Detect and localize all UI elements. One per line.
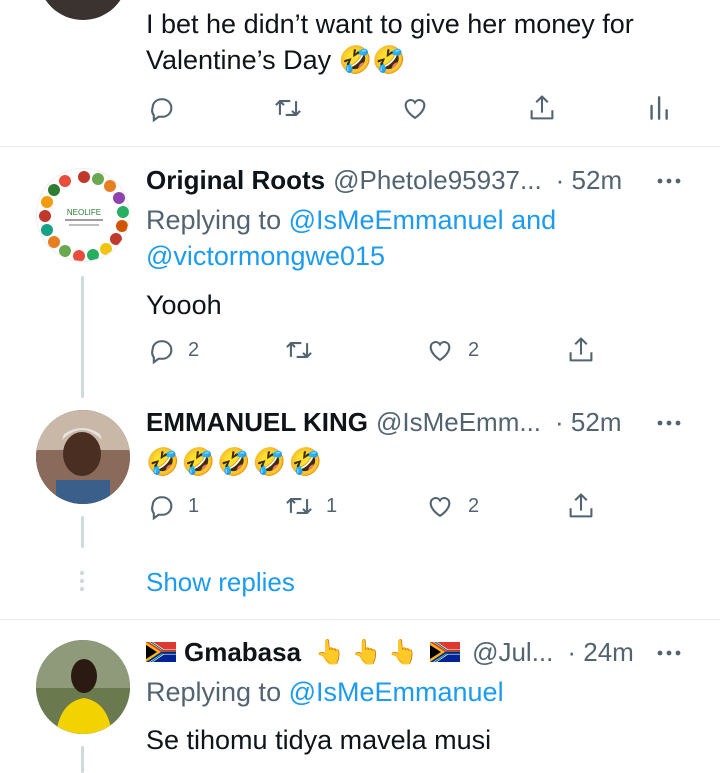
reply-count: 2 [188,338,200,361]
divider [0,146,720,147]
timestamp[interactable]: · 52m [555,407,621,438]
more-icon [657,650,681,656]
more-options-button[interactable] [656,649,682,657]
heart-icon [429,497,451,518]
reply-icon [151,340,173,364]
tweet-text: I bet he didn’t want to give her money f… [146,9,634,75]
thread-line [81,746,84,773]
avatar[interactable] [38,0,128,20]
mention-link[interactable]: @IsMeEmmanuel [289,677,504,707]
share-button[interactable] [528,93,556,123]
tweet-text: 🤣🤣🤣🤣🤣 [146,447,325,477]
replying-to: Replying to @IsMeEmmanuel [146,677,504,707]
thread-line [81,516,84,548]
share-icon [530,95,554,120]
share-button[interactable] [567,335,595,365]
divider [0,619,720,620]
heart-icon [429,341,451,362]
replying-to: Replying to @IsMeEmmanuel and @victormon… [146,205,557,271]
more-options-button[interactable] [656,419,682,427]
like-button[interactable]: 2 [426,336,479,364]
like-count: 2 [468,494,480,517]
thread-dots-icon [78,570,86,592]
user-handle[interactable]: @IsMeEmm... [376,407,541,438]
tweet-text: Se tihomu tidya mavela musi [146,725,492,755]
more-icon [657,178,681,184]
name-emoji: 👆 👆 👆 [315,638,419,666]
reply-button[interactable] [148,94,176,122]
reply-button[interactable]: 2 [148,336,199,364]
retweet-button[interactable] [284,336,314,364]
share-button[interactable] [567,491,595,521]
retweet-icon [286,498,312,514]
analytics-icon [650,96,668,120]
analytics-button[interactable] [648,94,670,122]
avatar[interactable]: NEOLIFE [36,168,130,262]
display-name[interactable]: EMMANUEL KING [146,407,368,438]
retweet-icon [286,342,312,358]
more-options-button[interactable] [656,177,682,185]
retweet-count: 1 [326,494,338,517]
heart-icon [404,99,426,120]
brand-logo-text: NEOLIFE [67,208,101,217]
user-handle[interactable]: @Jul... [472,637,553,668]
timestamp[interactable]: · 24m [567,637,633,668]
mention-link[interactable]: @IsMeEmmanuel [289,205,504,235]
user-handle[interactable]: @Phetole95937... [333,165,542,196]
share-icon [569,337,593,362]
display-name[interactable]: Original Roots [146,165,325,196]
mention-link[interactable]: @victormongwe015 [146,241,385,271]
like-button[interactable] [401,94,429,122]
flag-icon [430,642,461,662]
share-icon [569,493,593,518]
display-name[interactable]: Gmabasa [184,637,301,668]
reply-button[interactable]: 1 [148,492,199,520]
tweet-text: Yoooh [146,290,222,320]
more-icon [657,420,681,426]
thread-line [81,276,84,398]
retweet-button[interactable]: 1 [284,492,337,520]
retweet-button[interactable] [273,94,303,122]
like-count: 2 [468,338,480,361]
reply-icon [151,98,173,122]
reply-count: 1 [188,494,200,517]
reply-icon [151,496,173,520]
like-button[interactable]: 2 [426,492,479,520]
avatar[interactable] [36,410,130,504]
show-replies-link[interactable]: Show replies [146,564,295,600]
flag-icon [146,642,176,662]
avatar[interactable] [36,640,130,734]
timestamp[interactable]: · 52m [556,165,622,196]
retweet-icon [275,100,301,116]
